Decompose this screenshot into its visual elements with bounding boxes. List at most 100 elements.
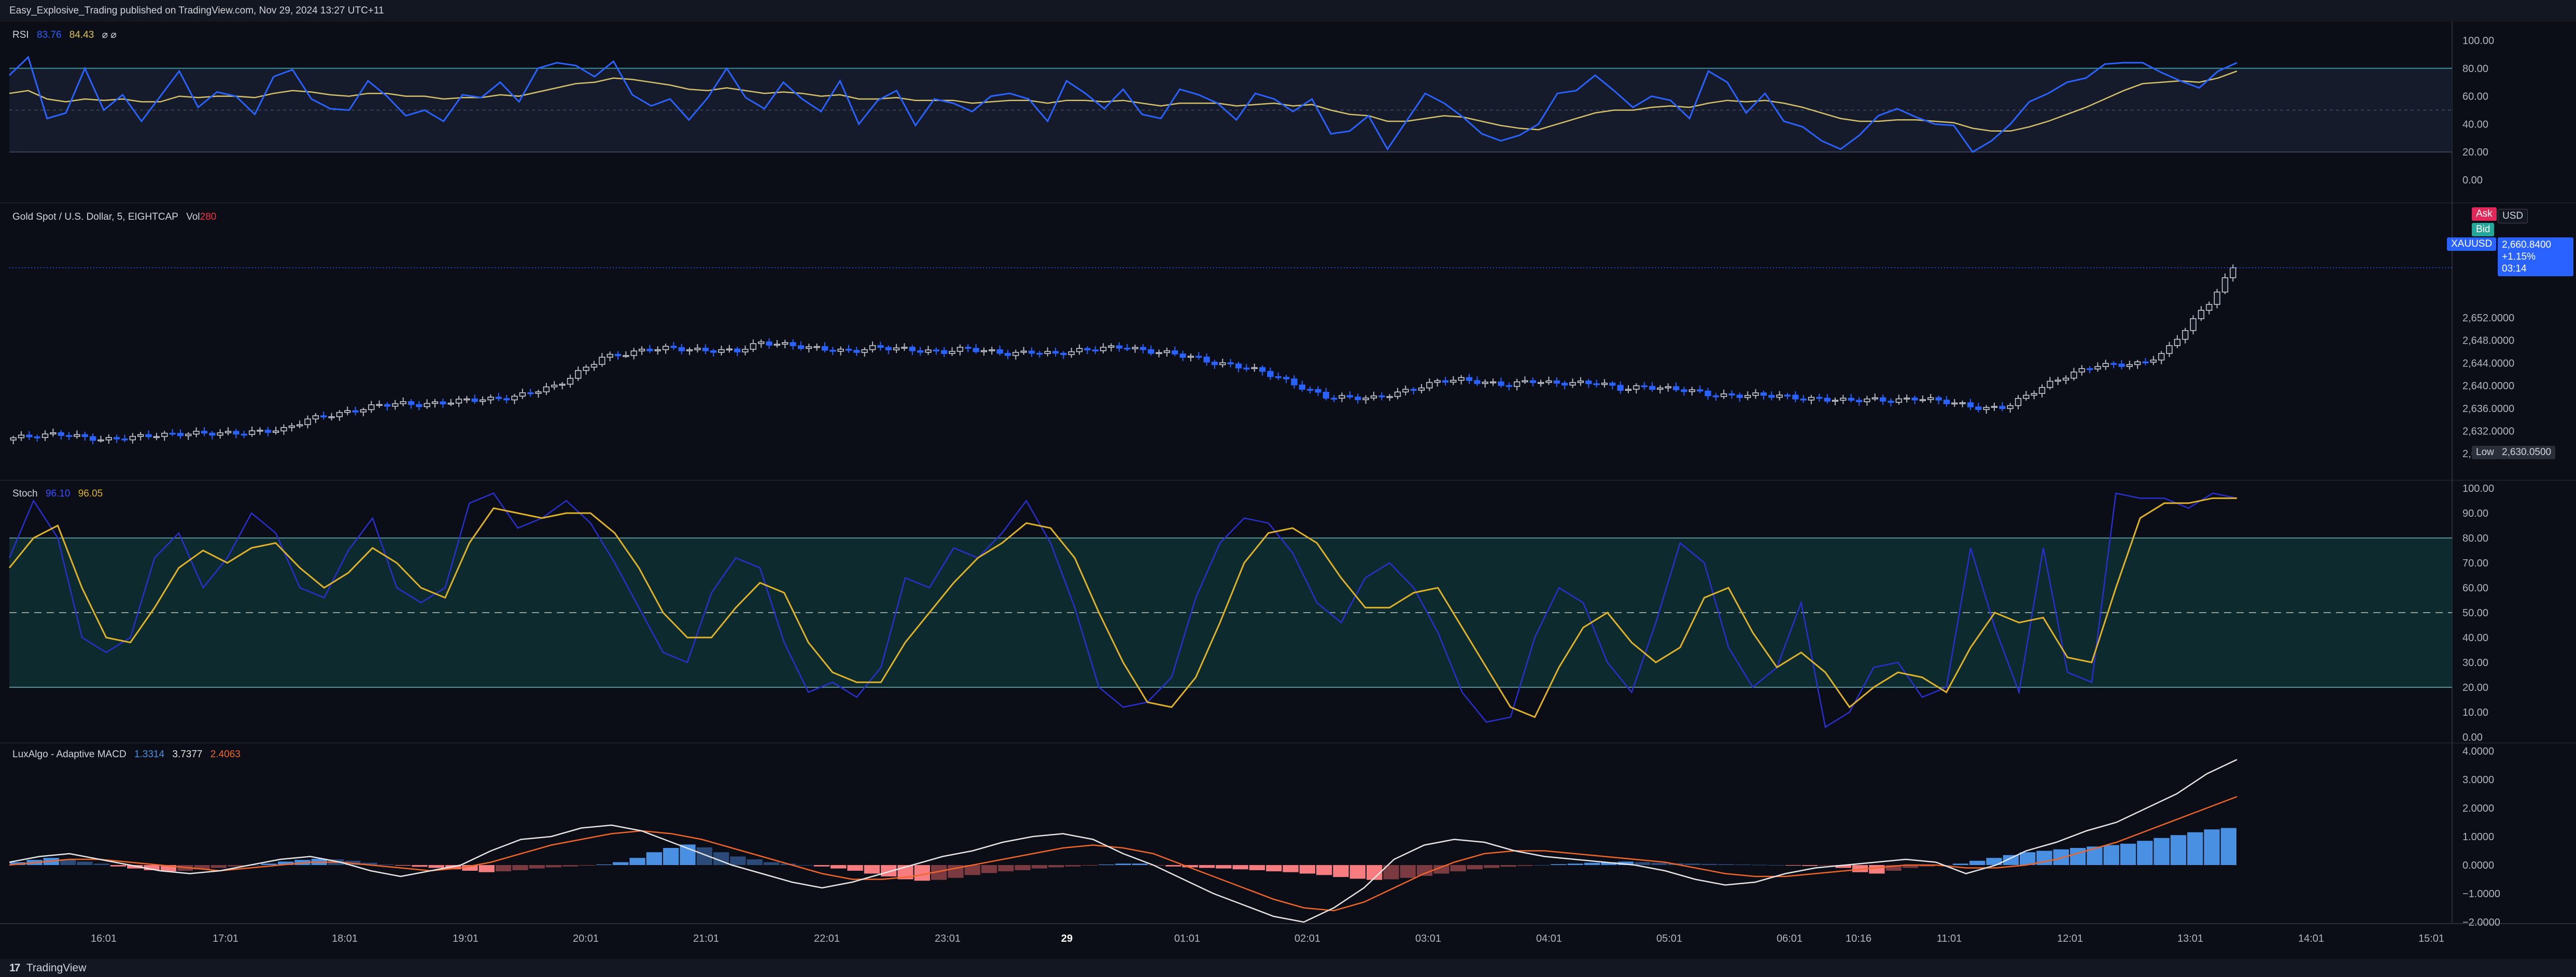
candle-body [607,353,613,358]
candle-body [1505,385,1512,387]
candle-body [1084,348,1091,350]
candle-body [1283,377,1290,379]
candle-body [638,348,645,351]
tv-logo-icon[interactable]: 17 [9,962,20,974]
candle-body [447,402,454,405]
candle-body [1721,393,1727,397]
price-tick-label: 2,652.0000 [2462,313,2514,324]
rsi-tick-label: 80.00 [2462,63,2488,75]
vol-value: 280 [200,211,217,222]
candle-body [654,349,661,351]
candle-body [81,434,88,437]
candle-body [1633,385,1640,390]
stoch-d-value: 96.05 [78,488,103,499]
candle-body [2206,304,2213,311]
candle-body [543,386,550,392]
rsi-tick-label: 40.00 [2462,119,2488,130]
macd-histogram-bar [2070,848,2086,865]
candle-body [1450,379,1457,383]
candle-body [535,391,542,394]
candle-body [2142,361,2149,363]
macd-histogram-bar [2053,849,2069,865]
macd-v3: 2.4063 [210,749,241,760]
candle-body [1235,363,1242,369]
candle-body [1108,345,1115,348]
candle-body [1307,389,1314,391]
candle-body [400,401,406,404]
candle-body [487,397,494,401]
rsi-label: RSI [12,30,29,40]
candle-body [431,401,439,404]
bid-badge: Bid [2472,223,2495,236]
candle-body [2071,371,2077,379]
macd-histogram-bar [998,865,1014,872]
stoch-tick-label: 20.00 [2462,682,2488,693]
candle-body [782,342,789,345]
stoch-tick-label: 0.00 [2462,732,2483,743]
time-axis-label: 20:01 [573,933,599,944]
macd-histogram-bar [1031,865,1048,869]
macd-tick-label: 3.0000 [2462,774,2494,786]
candle-body [105,437,112,441]
candle-body [1012,352,1019,356]
candle-body [750,343,757,350]
candle-body [344,410,351,413]
macd-histogram-bar [2220,828,2236,865]
macd-histogram-bar [1484,865,1500,868]
macd-histogram-bar [1349,865,1366,879]
candle-body [224,431,232,433]
time-axis-label: 13:01 [2177,933,2203,944]
candle-body [1927,397,1934,400]
candle-body [503,398,510,401]
macd-histogram-bar [1785,865,1801,866]
candle-body [18,434,25,438]
candle-body [941,350,948,354]
time-axis-label: 01:01 [1174,933,1200,944]
candle-body [2038,387,2046,394]
stoch-tick-label: 50.00 [2462,607,2488,619]
macd-tick-label: −1.0000 [2462,888,2500,900]
candle-body [50,432,57,435]
chart-area[interactable]: 100.00 80.00 60.00 40.00 20.00 0.00 2,652.0000… [0,22,2576,959]
candle-body [575,370,582,379]
candle-body [1211,361,1218,365]
price-tick-label: 2,632.0000 [2462,426,2514,437]
candle-body [455,399,462,404]
candle-body [1291,378,1298,386]
candle-body [161,433,168,437]
time-axis-label: 19:01 [453,933,478,944]
candle-body [1800,399,1807,401]
rsi-ma-value: 84.43 [69,30,94,40]
stoch-legend: Stoch 96.10 96.05 [12,488,108,500]
candle-body [590,364,598,368]
macd-histogram-bar [1551,864,1567,865]
currency-button[interactable]: USD [2498,209,2528,223]
macd-histogram-bar [730,856,746,865]
candle-body [10,437,17,441]
candle-body [328,416,335,418]
price-tick-label: 2,644.0000 [2462,358,2514,369]
candle-body [790,342,796,346]
candle-body [614,353,622,357]
price-legend: Gold Spot / U.S. Dollar, 5, EIGHTCAP Vol… [12,211,221,223]
candle-body [1426,382,1433,389]
brand-name[interactable]: TradingView [26,962,87,974]
rsi-settings-icon[interactable]: ⌀ ⌀ [102,30,117,40]
candle-body [1020,350,1027,353]
candle-body [1331,398,1338,400]
candle-body [2023,394,2030,399]
candle-body [1355,397,1361,400]
candle-body [2182,330,2189,340]
candle-body [1362,398,1369,400]
candle-body [1044,351,1051,354]
macd-histogram-bar [864,865,880,874]
candle-body [1370,395,1377,399]
macd-histogram-bar [847,865,863,871]
symbol-title[interactable]: Gold Spot / U.S. Dollar, 5, EIGHTCAP [12,211,178,222]
candle-body [1458,377,1465,381]
candle-body [416,404,423,407]
macd-histogram-bar [210,865,227,868]
candle-body [1004,352,1011,356]
candle-body [1545,380,1552,383]
candle-body [2062,377,2070,381]
